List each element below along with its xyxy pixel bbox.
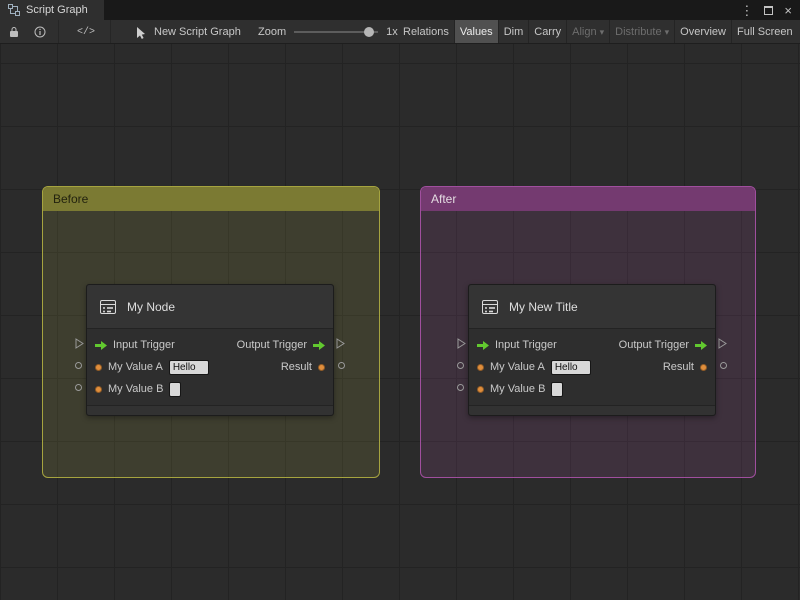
zoom-slider[interactable] <box>294 27 379 37</box>
zoom-control: Zoom 1x <box>258 20 398 43</box>
tab-bar: Script Graph ⋮ × <box>0 0 800 20</box>
window-controls: ⋮ × <box>740 0 800 20</box>
node-body: Input Trigger Output Trigger My Value A <box>87 329 333 405</box>
value-a-field[interactable] <box>550 359 591 375</box>
port-label: Input Trigger <box>113 339 175 351</box>
graph-breadcrumb[interactable]: New Script Graph <box>136 20 241 43</box>
node-footer <box>87 405 333 415</box>
zoom-label: Zoom <box>258 26 287 38</box>
port-label: Output Trigger <box>236 339 307 351</box>
node-header[interactable]: My New Title <box>469 285 715 329</box>
edit-source-button[interactable]: </> <box>68 20 104 43</box>
port-label: My Value B <box>108 383 164 395</box>
group-title: Before <box>53 192 89 206</box>
outer-value-in-port[interactable] <box>457 362 464 369</box>
node-my-new-title: My New Title Input Trigger Output Trigge… <box>468 284 716 416</box>
flow-in-port-icon[interactable] <box>95 340 107 350</box>
overview-button[interactable]: Overview <box>675 20 731 43</box>
value-out-port-icon[interactable] <box>700 363 707 371</box>
value-in-port-icon[interactable] <box>477 363 484 371</box>
flow-in-port-icon[interactable] <box>477 340 489 350</box>
outer-value-out-port[interactable] <box>720 362 727 369</box>
port-row: Input Trigger Output Trigger <box>87 334 333 356</box>
node-header[interactable]: My Node <box>87 285 333 329</box>
port-label: Output Trigger <box>618 339 689 351</box>
value-a-field[interactable] <box>168 359 209 375</box>
port-label: My Value A <box>108 361 163 373</box>
flow-out-port-icon[interactable] <box>313 340 325 350</box>
script-graph-icon <box>8 4 20 16</box>
align-dropdown[interactable]: Align ▾ <box>567 20 609 43</box>
group-after: After My New Title Input Trigger Output … <box>420 186 756 478</box>
value-b-field[interactable] <box>169 381 182 397</box>
outer-value-in-port[interactable] <box>75 384 82 391</box>
outer-value-in-port[interactable] <box>457 384 464 391</box>
close-icon[interactable]: × <box>784 3 792 18</box>
distribute-dropdown[interactable]: Distribute ▾ <box>610 20 674 43</box>
port-label: Result <box>280 361 312 373</box>
value-in-port-icon[interactable] <box>95 363 102 371</box>
value-b-field[interactable] <box>551 381 564 397</box>
maximize-icon[interactable] <box>764 5 774 15</box>
value-in-port-icon[interactable] <box>477 385 484 393</box>
inspect-button[interactable] <box>28 20 52 43</box>
lock-button[interactable] <box>2 20 26 43</box>
value-out-port-icon[interactable] <box>318 363 325 371</box>
menu-icon[interactable]: ⋮ <box>740 4 753 17</box>
node-area: My New Title Input Trigger Output Trigge… <box>455 284 729 424</box>
outer-flow-in-port[interactable] <box>75 338 84 349</box>
port-row: My Value B <box>87 378 333 400</box>
dim-button[interactable]: Dim <box>499 20 529 43</box>
outer-value-in-port[interactable] <box>75 362 82 369</box>
graph-canvas[interactable]: Before My Node Input Trigger Output Trig… <box>0 44 800 600</box>
chevron-down-icon: ▾ <box>599 26 605 37</box>
unit-icon <box>100 299 116 314</box>
code-icon: </> <box>76 26 95 38</box>
group-before: Before My Node Input Trigger Output Trig… <box>42 186 380 478</box>
zoom-value: 1x <box>386 26 398 38</box>
graph-toolbar: </> New Script Graph Zoom 1x Relations V… <box>0 20 800 44</box>
relations-button[interactable]: Relations <box>398 20 454 43</box>
pointer-icon <box>137 26 145 39</box>
port-row: My Value A Result <box>469 356 715 378</box>
unit-icon <box>482 299 498 314</box>
toolbar-buttons: Relations Values Dim Carry Align ▾ Distr… <box>398 20 798 43</box>
toolbar-separator <box>110 20 111 43</box>
node-my-node: My Node Input Trigger Output Trigger My … <box>86 284 334 416</box>
node-title: My New Title <box>509 299 578 314</box>
lock-icon <box>10 27 18 37</box>
outer-flow-out-port[interactable] <box>718 338 727 349</box>
port-label: Result <box>662 361 694 373</box>
flow-out-port-icon[interactable] <box>695 340 707 350</box>
carry-button[interactable]: Carry <box>529 20 566 43</box>
group-after-header[interactable]: After <box>421 187 755 211</box>
outer-value-out-port[interactable] <box>338 362 345 369</box>
node-area: My Node Input Trigger Output Trigger My … <box>73 284 347 424</box>
node-body: Input Trigger Output Trigger My Value A <box>469 329 715 405</box>
port-row: My Value B <box>469 378 715 400</box>
node-title: My Node <box>127 299 176 314</box>
unity-window: Script Graph ⋮ × </> New Script Graph Zo… <box>0 0 800 600</box>
tab-script-graph[interactable]: Script Graph <box>0 0 104 20</box>
tab-title: Script Graph <box>26 4 88 16</box>
port-label: My Value B <box>490 383 546 395</box>
group-before-header[interactable]: Before <box>43 187 379 211</box>
chevron-down-icon: ▾ <box>664 26 670 37</box>
values-button[interactable]: Values <box>454 20 498 43</box>
group-title: After <box>431 192 457 206</box>
port-row: My Value A Result <box>87 356 333 378</box>
port-label: Input Trigger <box>495 339 557 351</box>
port-row: Input Trigger Output Trigger <box>469 334 715 356</box>
fullscreen-button[interactable]: Full Screen <box>732 20 798 43</box>
info-icon <box>34 26 46 38</box>
graph-name: New Script Graph <box>154 26 241 38</box>
outer-flow-in-port[interactable] <box>457 338 466 349</box>
toolbar-separator <box>58 20 59 43</box>
port-label: My Value A <box>490 361 545 373</box>
zoom-slider-handle[interactable] <box>364 27 375 37</box>
outer-flow-out-port[interactable] <box>336 338 345 349</box>
node-footer <box>469 405 715 415</box>
value-in-port-icon[interactable] <box>95 385 102 393</box>
